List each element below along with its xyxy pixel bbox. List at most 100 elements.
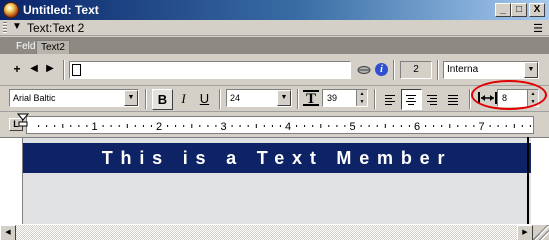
close-button[interactable]: X	[529, 3, 545, 17]
toolbar-divider	[219, 89, 221, 109]
ruler-tick	[199, 125, 200, 127]
ruler-tick	[498, 125, 499, 127]
ruler-tick	[240, 125, 241, 127]
ruler-tick	[304, 125, 305, 127]
align-center-button[interactable]	[401, 89, 422, 110]
ruler-tick	[54, 125, 55, 127]
scroll-right-arrow-icon[interactable]: ▶	[517, 225, 533, 240]
window-title: Untitled: Text	[23, 3, 99, 17]
ruler-tick	[465, 125, 466, 127]
italic-button[interactable]: I	[173, 89, 194, 110]
ruler-tick	[296, 125, 297, 127]
ruler-tick	[207, 125, 208, 127]
panel-expand-icon[interactable]: ▼	[12, 21, 22, 32]
ruler-number: 2	[156, 121, 162, 133]
ruler-tick	[183, 125, 184, 127]
ruler-tick	[175, 125, 176, 127]
ruler-tick	[86, 125, 87, 127]
ruler-number: 1	[91, 121, 97, 133]
ruler-tick	[119, 125, 120, 127]
ruler-tick	[248, 125, 249, 127]
title-bar[interactable]: Untitled: Text _ □ X	[0, 0, 549, 20]
chevron-down-icon[interactable]: ▼	[524, 62, 538, 78]
ruler-tick	[530, 125, 531, 127]
ruler-tick	[369, 125, 370, 127]
ruler-tick	[514, 124, 515, 128]
underline-button[interactable]: U	[194, 89, 215, 110]
line-spacing-icon: T	[303, 90, 319, 106]
text-member-content[interactable]: This is a Text Member	[23, 143, 531, 173]
toolbar-divider	[63, 60, 65, 80]
scroll-left-arrow-icon[interactable]: ◀	[0, 225, 16, 240]
ruler-tick	[336, 125, 337, 127]
kerning-highlight-ellipse	[471, 80, 547, 110]
toolbar-divider	[145, 89, 147, 109]
ruler-tick	[312, 125, 313, 127]
ruler-tick	[441, 125, 442, 127]
horizontal-scrollbar[interactable]: ◀ ▶	[0, 224, 549, 240]
ruler-tick	[361, 125, 362, 127]
ruler-tick	[490, 125, 491, 127]
previous-member-button[interactable]: ◀	[29, 64, 39, 74]
ruler-tick	[103, 125, 104, 127]
ruler-tick	[377, 125, 378, 127]
resize-grip-icon[interactable]	[533, 225, 549, 240]
align-right-button[interactable]	[422, 89, 443, 110]
text-editor-area[interactable]: This is a Text Member	[0, 137, 549, 229]
indent-marker-icon[interactable]	[16, 113, 30, 127]
ruler-ticks: 1234567	[27, 117, 535, 135]
ruler-tick	[449, 124, 450, 128]
panel-grip-icon[interactable]	[3, 22, 7, 34]
ruler-tick	[151, 125, 152, 127]
font-size-select[interactable]: 24 ▼	[226, 89, 292, 107]
font-value: Arial Baltic	[13, 93, 56, 103]
panel-menu-icon[interactable]: ☰	[533, 22, 543, 35]
panel-header[interactable]: ▼ Text:Text 2 ☰	[0, 20, 549, 36]
ruler-tick	[344, 125, 345, 127]
scrollbar-track[interactable]	[16, 225, 517, 240]
ruler-tick	[70, 125, 71, 127]
cast-member-number: 2	[400, 61, 432, 79]
ruler-tick	[522, 125, 523, 127]
tab-text2[interactable]: Text2	[36, 40, 70, 54]
member-name-field[interactable]	[69, 61, 351, 79]
ruler-tick	[135, 125, 136, 127]
ruler-tick	[46, 125, 47, 127]
spinner-icon[interactable]: ▲▼	[356, 90, 367, 106]
cast-library-select[interactable]: Interna ▼	[443, 61, 539, 79]
info-icon[interactable]: i	[375, 63, 388, 76]
ruler-tick	[62, 124, 63, 128]
line-spacing-field[interactable]: 39 ▲▼	[322, 89, 368, 107]
chevron-down-icon[interactable]: ▼	[277, 90, 291, 106]
script-icon[interactable]	[357, 65, 373, 75]
ruler-tick	[328, 125, 329, 127]
ruler-tick	[264, 125, 265, 127]
ruler-tick	[425, 125, 426, 127]
ruler-tick	[457, 125, 458, 127]
align-justify-button[interactable]	[443, 89, 464, 110]
toolbar-divider	[374, 89, 376, 109]
format-toolbar: Arial Baltic ▼ B I U 24 ▼ T 39 ▲▼ 8 ▲▼	[0, 86, 549, 112]
toolbar-divider	[297, 89, 299, 109]
ruler-tick	[232, 125, 233, 127]
new-member-button[interactable]: +	[12, 64, 22, 74]
minimize-button[interactable]: _	[495, 3, 511, 17]
ruler: L 1234567	[5, 113, 544, 137]
font-size-value: 24	[230, 93, 240, 103]
align-left-button[interactable]	[380, 89, 401, 110]
text-member-icon[interactable]	[72, 64, 81, 76]
maximize-button[interactable]: □	[511, 3, 527, 17]
app-icon[interactable]	[3, 2, 19, 18]
ruler-tick	[127, 124, 128, 128]
ruler-strip[interactable]: 1234567	[26, 116, 534, 134]
ruler-tick	[506, 125, 507, 127]
chevron-down-icon[interactable]: ▼	[124, 90, 138, 106]
ruler-tick	[433, 125, 434, 127]
ruler-tick	[215, 125, 216, 127]
font-select[interactable]: Arial Baltic ▼	[9, 89, 139, 107]
bold-button[interactable]: B	[152, 89, 173, 110]
right-margin-line[interactable]	[527, 137, 529, 229]
next-member-button[interactable]: ▶	[45, 64, 55, 74]
line-spacing-value: 39	[327, 93, 337, 103]
text-canvas[interactable]: This is a Text Member	[22, 138, 531, 230]
